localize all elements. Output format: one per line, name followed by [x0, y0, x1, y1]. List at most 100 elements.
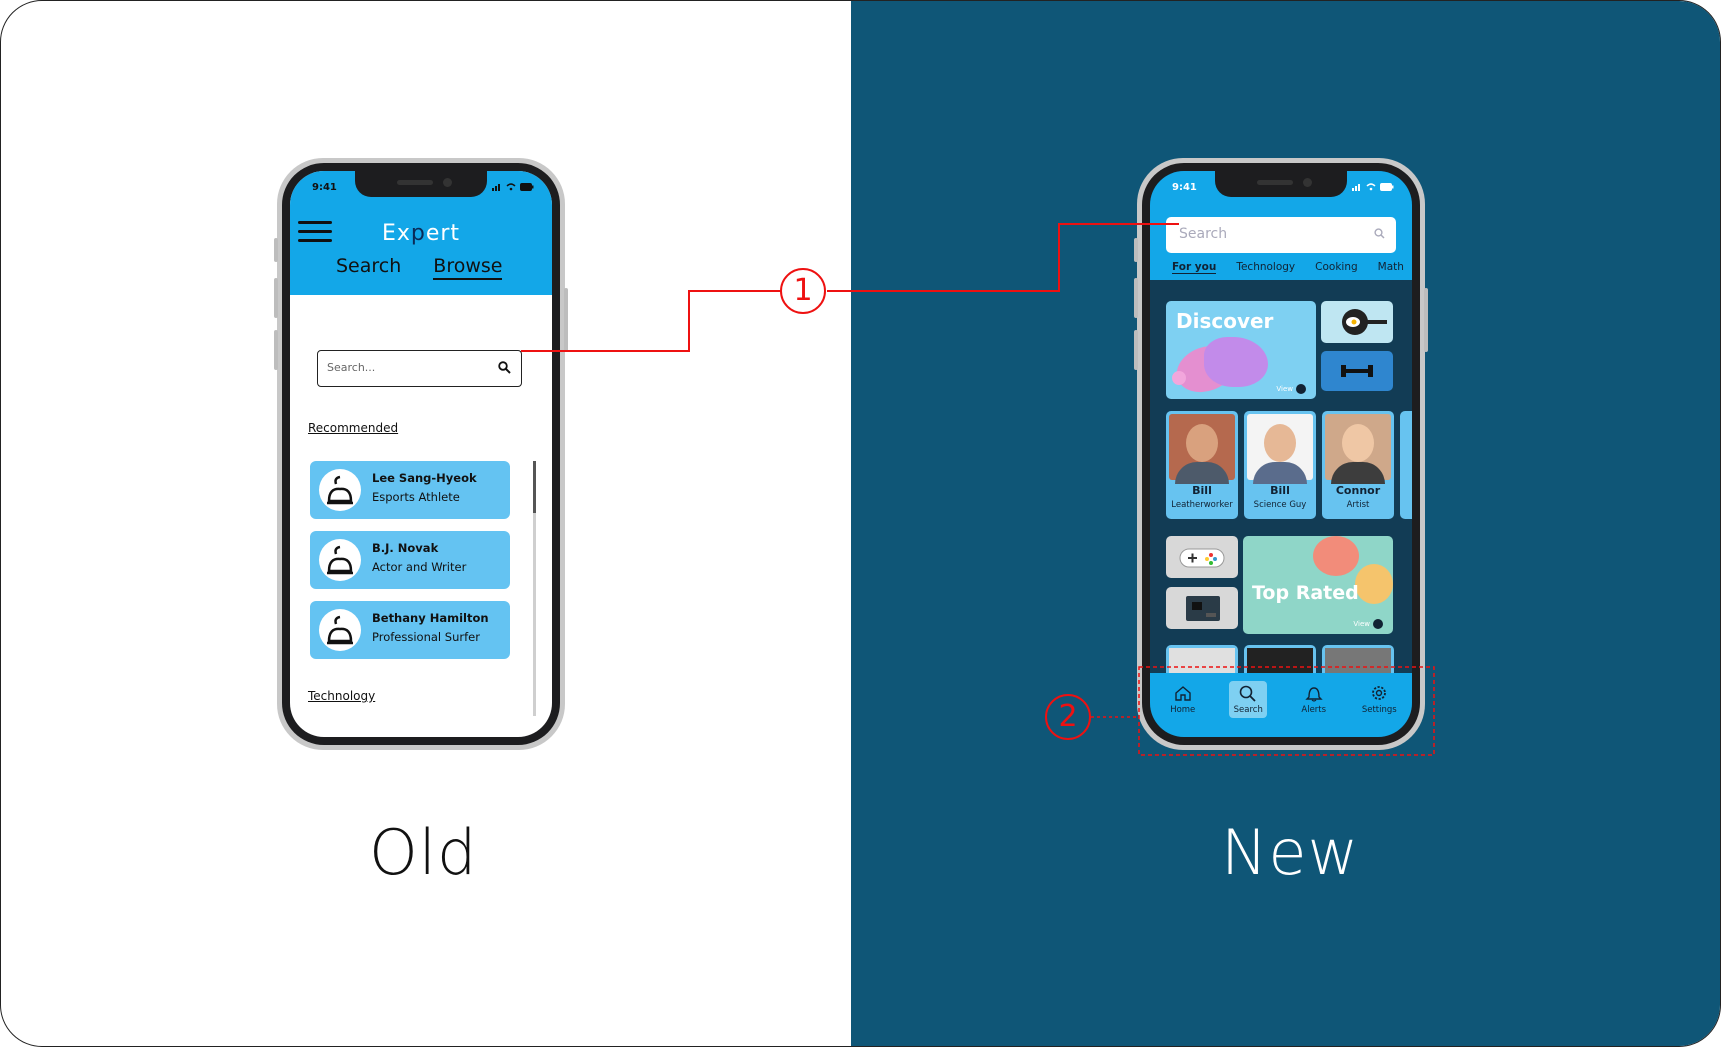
bell-icon — [1305, 687, 1323, 702]
category-tab[interactable]: Technology — [1236, 261, 1295, 274]
expert-card[interactable]: Lee Sang-Hyeok Esports Athlete — [310, 461, 510, 519]
old-phone: 9:41 Expert Search Browse Search... Reco… — [274, 158, 568, 750]
person-photo — [1169, 414, 1235, 484]
expert-list: Lee Sang-Hyeok Esports Athlete B.J. Nova… — [310, 461, 510, 671]
phone-side-button — [564, 288, 568, 352]
tab-browse[interactable]: Browse — [433, 255, 503, 280]
arrow-icon — [1296, 384, 1306, 394]
search-placeholder: Search — [1179, 226, 1228, 242]
status-bar: 9:41 — [312, 180, 534, 194]
expert-name: B.J. Novak — [372, 541, 439, 555]
nav-home[interactable]: Home — [1164, 681, 1202, 718]
nav-alerts[interactable]: Alerts — [1295, 681, 1333, 718]
person-photo — [1325, 414, 1391, 484]
nav-label: Home — [1170, 705, 1196, 715]
arrow-icon — [1373, 619, 1383, 629]
phone-side-button — [274, 278, 278, 318]
view-link[interactable]: View — [1353, 619, 1383, 629]
avatar — [319, 539, 361, 581]
person-name: Bill — [1192, 484, 1212, 497]
status-time: 9:41 — [1172, 181, 1197, 193]
home-icon — [1175, 686, 1191, 701]
search-placeholder: Search... — [327, 361, 376, 374]
category-tab[interactable]: Cooking — [1315, 261, 1358, 274]
view-label: View — [1276, 385, 1293, 393]
discover-title: Discover — [1176, 309, 1274, 333]
person-icon — [327, 475, 353, 505]
callout-marker-2: 2 — [1045, 694, 1091, 740]
expert-card[interactable]: Bethany Hamilton Professional Surfer — [310, 601, 510, 659]
search-icon[interactable] — [1374, 228, 1385, 239]
fitness-tile[interactable] — [1321, 351, 1393, 391]
person-card[interactable]: Bill Science Guy — [1244, 411, 1316, 519]
old-screen: 9:41 Expert Search Browse Search... Reco… — [290, 171, 552, 737]
circuit-board-icon — [1186, 596, 1220, 621]
battery-icon — [520, 183, 534, 191]
new-phone: 9:41 Search For you Technology Cooking M… — [1134, 158, 1428, 750]
phone-side-button — [274, 330, 278, 370]
top-rated-title: Top Rated — [1252, 582, 1359, 604]
search-icon[interactable] — [498, 361, 511, 374]
decorative-blob — [1355, 564, 1393, 604]
search-icon — [1239, 685, 1256, 702]
avatar — [319, 469, 361, 511]
signal-icon — [492, 184, 500, 191]
gear-icon — [1372, 686, 1387, 700]
status-bar: 9:41 — [1172, 180, 1394, 194]
status-icons — [492, 183, 534, 191]
category-tab[interactable]: For you — [1172, 261, 1217, 274]
nav-label: Settings — [1361, 705, 1397, 715]
person-role: Leatherworker — [1171, 500, 1233, 510]
expert-name: Bethany Hamilton — [372, 611, 489, 625]
person-card-partial[interactable] — [1400, 411, 1412, 519]
person-card[interactable]: Bill Leatherworker — [1166, 411, 1238, 519]
person-icon — [327, 615, 353, 645]
callout-marker-1: 1 — [780, 268, 826, 314]
category-tabs: For you Technology Cooking Math C — [1172, 261, 1412, 274]
electronics-tile[interactable] — [1166, 587, 1238, 629]
decorative-blob — [1313, 536, 1359, 576]
app-logo: Expert — [381, 221, 461, 246]
scrollbar[interactable] — [533, 461, 536, 716]
nav-search[interactable]: Search — [1229, 681, 1268, 718]
expert-card[interactable]: B.J. Novak Actor and Writer — [310, 531, 510, 589]
view-label: View — [1353, 620, 1370, 628]
expert-role: Esports Athlete — [372, 490, 460, 504]
new-screen: 9:41 Search For you Technology Cooking M… — [1150, 171, 1412, 737]
expert-role: Actor and Writer — [372, 560, 467, 574]
nav-label: Search — [1233, 705, 1263, 715]
person-role: Artist — [1346, 500, 1370, 510]
old-search-input[interactable]: Search... — [317, 350, 522, 387]
expert-name: Lee Sang-Hyeok — [372, 471, 477, 485]
phone-side-button — [1424, 288, 1428, 352]
game-controller-icon — [1179, 548, 1225, 568]
wifi-icon — [1366, 183, 1376, 191]
section-title-recommended[interactable]: Recommended — [308, 421, 398, 435]
expert-role: Professional Surfer — [372, 630, 480, 644]
cooking-tile[interactable] — [1321, 301, 1393, 343]
new-search-input[interactable]: Search — [1166, 217, 1396, 253]
person-name: Bill — [1270, 484, 1290, 497]
view-link[interactable]: View — [1276, 384, 1306, 394]
person-icon — [327, 545, 353, 575]
wifi-icon — [506, 183, 516, 191]
discover-card[interactable]: Discover View — [1166, 301, 1316, 399]
frying-pan-icon — [1342, 309, 1387, 335]
tab-search[interactable]: Search — [336, 255, 401, 280]
person-card[interactable]: Connor Artist — [1322, 411, 1394, 519]
nav-settings[interactable]: Settings — [1360, 681, 1398, 718]
person-photo — [1247, 414, 1313, 484]
section-title-technology[interactable]: Technology — [308, 689, 375, 703]
dumbbell-icon — [1341, 365, 1373, 377]
phone-side-button — [1134, 278, 1138, 318]
caption-new: New — [1221, 816, 1360, 889]
person-name: Connor — [1335, 484, 1381, 497]
category-tab[interactable]: Math — [1378, 261, 1404, 274]
gaming-tile[interactable] — [1166, 536, 1238, 578]
signal-icon — [1352, 184, 1360, 191]
top-rated-card[interactable]: Top Rated View — [1243, 536, 1393, 634]
decorative-blob — [1172, 371, 1186, 385]
phone-side-button — [1134, 238, 1138, 262]
nav-label: Alerts — [1301, 705, 1327, 715]
scrollbar-thumb[interactable] — [533, 461, 536, 513]
